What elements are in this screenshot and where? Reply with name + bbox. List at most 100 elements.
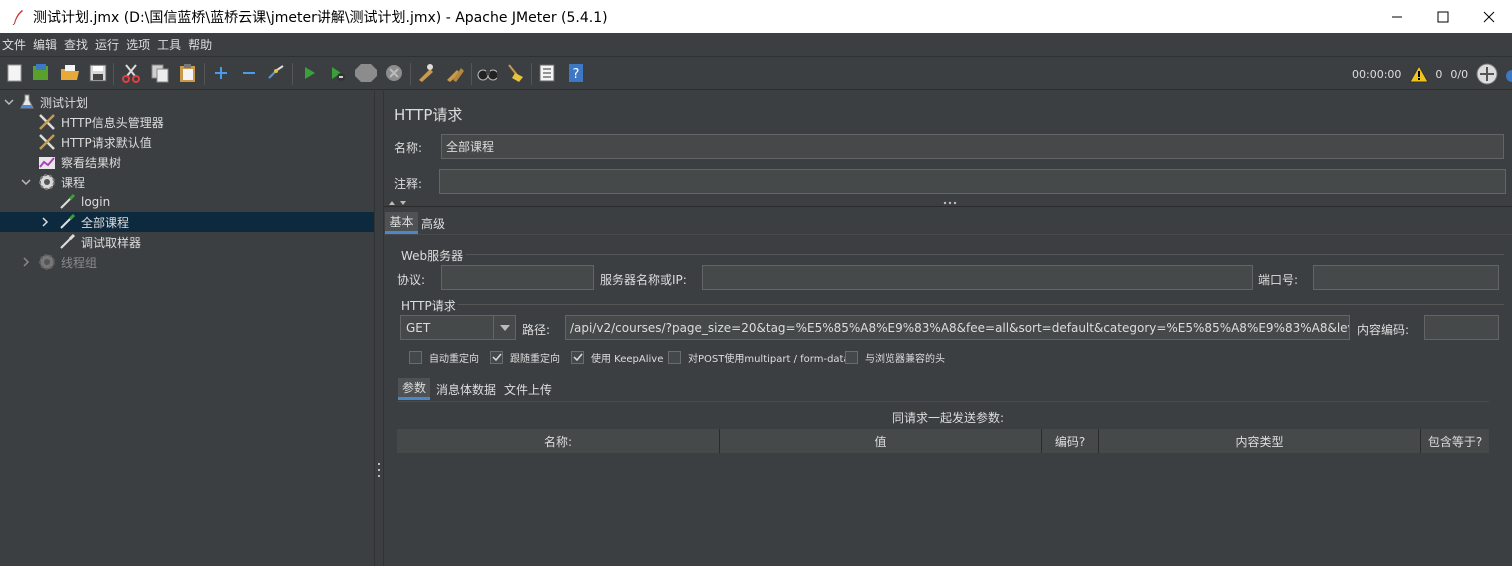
- tab-basic[interactable]: 基本: [385, 212, 418, 234]
- server-name-field[interactable]: [702, 265, 1253, 290]
- comment-field[interactable]: [439, 169, 1506, 194]
- templates-icon[interactable]: [31, 63, 51, 83]
- tree-node-label: HTTP请求默认值: [61, 135, 152, 150]
- help-icon[interactable]: ?: [566, 63, 586, 83]
- new-file-icon[interactable]: [5, 63, 25, 83]
- reset-search-broom-icon[interactable]: [505, 63, 525, 83]
- tree-node-label: 课程: [61, 175, 86, 190]
- function-helper-icon[interactable]: [537, 63, 557, 83]
- wrench-icon: [38, 113, 56, 131]
- tree-node-test-plan[interactable]: 测试计划: [0, 92, 374, 112]
- path-field[interactable]: /api/v2/courses/?page_size=20&tag=%E5%85…: [565, 315, 1350, 340]
- checkbox-box[interactable]: [845, 351, 858, 364]
- menu-search[interactable]: 查找: [64, 36, 88, 53]
- panel-splitter[interactable]: [374, 91, 384, 566]
- keepalive-checkbox[interactable]: 使用 KeepAlive: [571, 350, 663, 365]
- tree-node-login[interactable]: login: [0, 192, 374, 212]
- main-toolbar: ? 00:00:00 0 0/0: [0, 56, 1512, 90]
- protocol-field[interactable]: [441, 265, 594, 290]
- chevron-down-icon[interactable]: [3, 96, 15, 108]
- tree-node-label: HTTP信息头管理器: [61, 115, 164, 130]
- maximize-button[interactable]: [1420, 0, 1466, 33]
- checkbox-label: 使用 KeepAlive: [591, 354, 664, 365]
- open-folder-icon[interactable]: [60, 63, 80, 83]
- menu-file[interactable]: 文件: [2, 36, 26, 53]
- menu-bar: 文件 编辑 查找 运行 选项 工具 帮助: [0, 33, 1512, 56]
- tab-advanced[interactable]: 高级: [419, 212, 447, 234]
- chevron-down-icon[interactable]: [493, 316, 515, 339]
- menu-tools[interactable]: 工具: [157, 36, 181, 53]
- tree-node-label: login: [81, 195, 111, 209]
- log-viewer-icon[interactable]: [1504, 64, 1512, 84]
- menu-help[interactable]: 帮助: [188, 36, 212, 53]
- paste-icon[interactable]: [178, 63, 198, 83]
- save-icon[interactable]: [88, 63, 108, 83]
- clear-icon[interactable]: [416, 63, 436, 83]
- collapse-bar[interactable]: [384, 199, 1512, 207]
- content-encoding-field[interactable]: [1424, 315, 1499, 340]
- remote-icon[interactable]: [1476, 63, 1498, 85]
- checkbox-label: 与浏览器兼容的头: [865, 354, 945, 365]
- chevron-right-icon[interactable]: [39, 216, 51, 228]
- chevron-down-icon[interactable]: [20, 176, 32, 188]
- column-header-content-type[interactable]: 内容类型: [1099, 429, 1421, 453]
- toggle-icon[interactable]: [266, 63, 286, 83]
- tree-node-header-manager[interactable]: HTTP信息头管理器: [0, 112, 374, 132]
- chevron-right-icon[interactable]: [20, 256, 32, 268]
- page-title: HTTP请求: [394, 106, 463, 124]
- tree-node-label: 调试取样器: [81, 235, 142, 250]
- checkbox-box[interactable]: [490, 351, 503, 364]
- minimize-button[interactable]: [1374, 0, 1420, 33]
- content-encoding-label: 内容编码:: [1357, 323, 1410, 337]
- warning-count: 0: [1435, 67, 1443, 81]
- tree-node-all-courses[interactable]: 全部课程: [0, 212, 374, 232]
- tree-node-thread-group-course[interactable]: 课程: [0, 172, 374, 192]
- http-request-group-title: HTTP请求: [401, 299, 456, 313]
- expand-all-icon[interactable]: [211, 63, 231, 83]
- tree-node-results-tree[interactable]: 察看结果树: [0, 152, 374, 172]
- copy-icon[interactable]: [150, 63, 170, 83]
- browser-compatible-headers-checkbox[interactable]: 与浏览器兼容的头: [845, 350, 945, 365]
- follow-redirects-checkbox[interactable]: 跟随重定向: [490, 350, 560, 365]
- tab-parameters[interactable]: 参数: [398, 378, 430, 400]
- column-header-encode[interactable]: 编码?: [1042, 429, 1099, 453]
- stop-icon[interactable]: [354, 63, 378, 83]
- checkbox-box[interactable]: [409, 351, 422, 364]
- tab-files-upload[interactable]: 文件上传: [502, 378, 554, 400]
- tree-node-debug-sampler[interactable]: 调试取样器: [0, 232, 374, 252]
- method-dropdown[interactable]: GET: [400, 315, 516, 340]
- close-window-button[interactable]: [1466, 0, 1512, 33]
- comment-label: 注释:: [394, 177, 423, 191]
- shutdown-icon[interactable]: [384, 63, 404, 83]
- test-plan-tree: 测试计划 HTTP信息头管理器 HTTP请求默认值 察看结果树 课程 login: [0, 91, 374, 566]
- tab-body-data[interactable]: 消息体数据: [434, 378, 498, 400]
- menu-edit[interactable]: 编辑: [33, 36, 57, 53]
- column-header-name[interactable]: 名称:: [397, 429, 720, 453]
- port-field[interactable]: [1313, 265, 1499, 290]
- column-header-include-equals[interactable]: 包含等于?: [1421, 429, 1489, 453]
- menu-options[interactable]: 选项: [126, 36, 150, 53]
- window-titlebar: 测试计划.jmx (D:\国信蓝桥\蓝桥云课\jmeter讲解\测试计划.jmx…: [0, 0, 1512, 33]
- tree-node-request-defaults[interactable]: HTTP请求默认值: [0, 132, 374, 152]
- multipart-checkbox[interactable]: 对POST使用multipart / form-data: [668, 350, 850, 365]
- tree-node-thread-group[interactable]: 线程组: [0, 252, 374, 272]
- start-no-pauses-icon[interactable]: [327, 63, 347, 83]
- checkbox-box[interactable]: [571, 351, 584, 364]
- warning-icon: [1409, 65, 1430, 83]
- elapsed-time: 00:00:00: [1352, 67, 1402, 81]
- checkbox-box[interactable]: [668, 351, 681, 364]
- checkbox-label: 跟随重定向: [510, 354, 560, 365]
- menu-run[interactable]: 运行: [95, 36, 119, 53]
- parameters-table-header: 名称: 值 编码? 内容类型 包含等于?: [397, 429, 1489, 453]
- pipette-icon: [58, 233, 76, 251]
- start-icon[interactable]: [299, 63, 319, 83]
- pipette-icon: [58, 213, 76, 231]
- gear-icon: [38, 173, 56, 191]
- column-header-value[interactable]: 值: [720, 429, 1042, 453]
- cut-icon[interactable]: [121, 63, 141, 83]
- name-field[interactable]: 全部课程: [441, 134, 1504, 159]
- collapse-all-icon[interactable]: [239, 63, 259, 83]
- clear-all-icon[interactable]: [445, 63, 465, 83]
- auto-redirect-checkbox[interactable]: 自动重定向: [409, 350, 479, 365]
- search-binoculars-icon[interactable]: [477, 63, 497, 83]
